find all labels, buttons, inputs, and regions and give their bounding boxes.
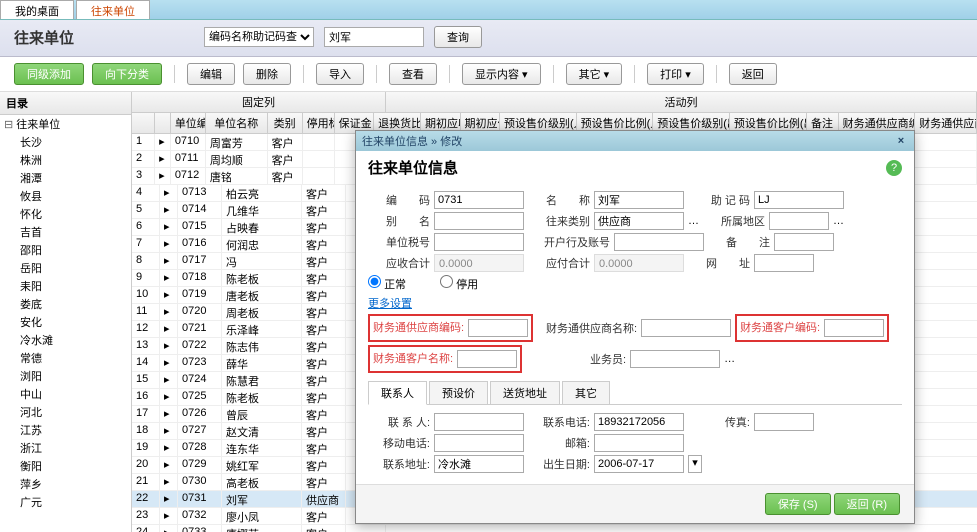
modal-back-button[interactable]: 返回 (R)	[834, 493, 900, 515]
modal-title: 往来单位信息	[368, 157, 458, 178]
fin-supplier-code-highlight: 财务通供应商编码:	[368, 314, 533, 342]
address-field[interactable]	[434, 455, 524, 473]
tree-node[interactable]: 娄底	[0, 295, 131, 313]
table-row[interactable]: 24▸0733唐娜芬客户	[132, 525, 977, 532]
phone-field[interactable]	[594, 413, 684, 431]
back-button[interactable]: 返回	[729, 63, 777, 85]
tree-node[interactable]: 中山	[0, 385, 131, 403]
tree-node[interactable]: 广元	[0, 493, 131, 511]
import-button[interactable]: 导入	[316, 63, 364, 85]
tree-node[interactable]: 安化	[0, 313, 131, 331]
tree-node[interactable]: 耒阳	[0, 277, 131, 295]
tree-node[interactable]: 邵阳	[0, 241, 131, 259]
display-content-button[interactable]: 显示内容 ▾	[462, 63, 541, 85]
add-sibling-button[interactable]: 同级添加	[14, 63, 84, 85]
tree-node[interactable]: 常德	[0, 349, 131, 367]
separator	[553, 65, 554, 83]
modal-header[interactable]: 往来单位信息 » 修改 ×	[356, 131, 914, 151]
fin-customer-code-field[interactable]	[824, 319, 884, 337]
fin-customer-name-highlight: 财务通客户名称:	[368, 345, 522, 373]
alias-field[interactable]	[434, 212, 524, 230]
separator	[634, 65, 635, 83]
search-button[interactable]: 查询	[434, 26, 482, 48]
salesperson-field[interactable]	[630, 350, 720, 368]
code-field[interactable]	[434, 191, 524, 209]
app-tabs: 我的桌面 往来单位	[0, 0, 977, 20]
add-child-button[interactable]: 向下分类	[92, 63, 162, 85]
toolbar: 同级添加 向下分类 编辑 删除 导入 查看 显示内容 ▾ 其它 ▾ 打印 ▾ 返…	[0, 57, 977, 92]
search-input[interactable]	[324, 27, 424, 47]
tree-node[interactable]: 衡阳	[0, 457, 131, 475]
name-field[interactable]	[594, 191, 684, 209]
tree-node[interactable]: 江苏	[0, 421, 131, 439]
tree-node[interactable]: 长沙	[0, 133, 131, 151]
calendar-icon[interactable]: ▾	[688, 455, 702, 473]
edit-unit-modal: 往来单位信息 » 修改 × 往来单位信息 ? 编 码 名 称 助 记 码 别 名…	[355, 130, 915, 524]
contact-field[interactable]	[434, 413, 524, 431]
breadcrumb: 往来单位信息 » 修改	[362, 133, 462, 149]
mnemonic-field[interactable]	[754, 191, 844, 209]
email-field[interactable]	[594, 434, 684, 452]
tree-node[interactable]: 株洲	[0, 151, 131, 169]
tree-node[interactable]: 攸县	[0, 187, 131, 205]
tree-node[interactable]: 浙江	[0, 439, 131, 457]
delete-button[interactable]: 删除	[243, 63, 291, 85]
more-settings-link[interactable]: 更多设置	[368, 295, 412, 311]
separator	[174, 65, 175, 83]
tree-node[interactable]: 冷水滩	[0, 331, 131, 349]
subtab-price[interactable]: 预设价	[429, 381, 488, 404]
tree-root[interactable]: 往来单位	[0, 115, 131, 133]
group-active: 活动列	[386, 92, 977, 112]
mobile-field[interactable]	[434, 434, 524, 452]
tree-node[interactable]: 吉首	[0, 223, 131, 241]
category-tree: 目录 往来单位 长沙株洲湘潭攸县怀化吉首邵阳岳阳耒阳娄底安化冷水滩常德浏阳中山河…	[0, 92, 132, 532]
fax-field[interactable]	[754, 413, 814, 431]
tree-node[interactable]: 河北	[0, 403, 131, 421]
help-icon[interactable]: ?	[886, 160, 902, 176]
payable-value: 0.0000	[594, 254, 684, 272]
tree-node[interactable]: 湘潭	[0, 169, 131, 187]
page-title: 往来单位	[14, 27, 74, 48]
separator	[716, 65, 717, 83]
title-bar: 往来单位 编码名称助记码查询 查询	[0, 20, 977, 57]
tree-node[interactable]: 岳阳	[0, 259, 131, 277]
tree-node[interactable]: 怀化	[0, 205, 131, 223]
subtab-other[interactable]: 其它	[562, 381, 610, 404]
subtab-contact[interactable]: 联系人	[368, 381, 427, 405]
separator	[303, 65, 304, 83]
tree-node[interactable]: 浏阳	[0, 367, 131, 385]
tab-unit[interactable]: 往来单位	[76, 0, 150, 19]
remark-field[interactable]	[774, 233, 834, 251]
modal-subtabs: 联系人 预设价 送货地址 其它	[368, 381, 902, 405]
other-button[interactable]: 其它 ▾	[566, 63, 623, 85]
group-fixed: 固定列	[132, 92, 386, 112]
website-field[interactable]	[754, 254, 814, 272]
edit-button[interactable]: 编辑	[187, 63, 235, 85]
print-button[interactable]: 打印 ▾	[647, 63, 704, 85]
fin-customer-code-highlight: 财务通客户编码:	[735, 314, 889, 342]
fin-supplier-name-field[interactable]	[641, 319, 731, 337]
fin-customer-name-field[interactable]	[457, 350, 517, 368]
view-button[interactable]: 查看	[389, 63, 437, 85]
close-icon[interactable]: ×	[894, 135, 908, 147]
bank-field[interactable]	[614, 233, 704, 251]
status-normal-radio[interactable]: 正常	[368, 275, 406, 292]
receivable-value: 0.0000	[434, 254, 524, 272]
status-disabled-radio[interactable]: 停用	[440, 275, 478, 292]
region-field[interactable]	[769, 212, 829, 230]
save-button[interactable]: 保存 (S)	[765, 493, 831, 515]
tree-header: 目录	[0, 92, 131, 115]
tax-field[interactable]	[434, 233, 524, 251]
birthdate-field[interactable]	[594, 455, 684, 473]
subtab-address[interactable]: 送货地址	[490, 381, 560, 404]
tab-desktop[interactable]: 我的桌面	[0, 0, 74, 19]
search-mode-select[interactable]: 编码名称助记码查询	[204, 27, 314, 47]
fin-supplier-code-field[interactable]	[468, 319, 528, 337]
category-field[interactable]	[594, 212, 684, 230]
tree-node[interactable]: 萍乡	[0, 475, 131, 493]
separator	[449, 65, 450, 83]
separator	[376, 65, 377, 83]
